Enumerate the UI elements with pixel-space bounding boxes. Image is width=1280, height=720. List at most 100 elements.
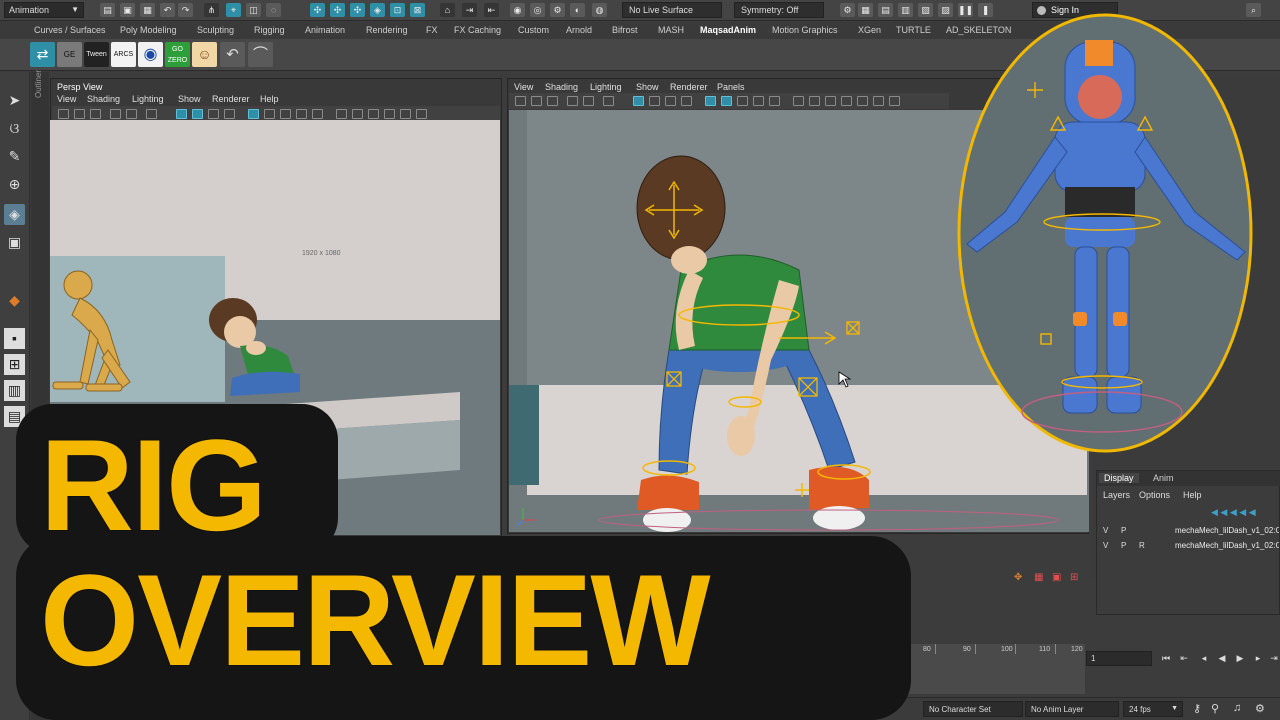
go-to-start-icon[interactable]: ⏮ xyxy=(1160,652,1172,664)
input-output-icon[interactable]: ⇥ xyxy=(462,3,477,17)
shadows-icon-2[interactable] xyxy=(793,96,804,106)
resolution-gate-icon-2[interactable] xyxy=(665,96,676,106)
antialiasing-icon[interactable] xyxy=(368,109,379,119)
go-zero-icon[interactable]: GO ZERO xyxy=(165,42,190,67)
xray-joints-icon[interactable] xyxy=(416,109,427,119)
shelf-tab-bifrost[interactable]: Bifrost xyxy=(612,25,638,35)
curve-tool-icon[interactable]: ↶ xyxy=(220,42,245,67)
lasso-tool-icon[interactable]: ଓ xyxy=(4,118,25,139)
menu-shading-2[interactable]: Shading xyxy=(545,82,578,92)
single-perspective-layout-icon[interactable]: ▪ xyxy=(4,328,25,349)
snap-view-icon[interactable]: ◈ xyxy=(370,3,385,17)
wireframe-icon[interactable] xyxy=(248,109,259,119)
editor-toggle-icon[interactable]: ▦ xyxy=(858,3,873,17)
play-forwards-icon[interactable]: ▶ xyxy=(1234,652,1246,664)
menu-renderer-2[interactable]: Renderer xyxy=(670,82,708,92)
last-tool-icon[interactable]: ◆ xyxy=(4,290,25,311)
shelf-tab-animation[interactable]: Animation xyxy=(305,25,345,35)
sound-icon[interactable]: ♫ xyxy=(1233,702,1241,714)
play-backwards-icon[interactable]: ◀ xyxy=(1216,652,1228,664)
step-back-icon[interactable]: ◂ xyxy=(1198,652,1210,664)
layer-row[interactable]: V P R mechaMech_lilDash_v1_02:G xyxy=(1101,540,1279,553)
graph-editor-icon[interactable]: GE xyxy=(57,42,82,67)
menu-help-layers[interactable]: Help xyxy=(1183,490,1202,500)
rotate-tool-icon[interactable]: ◈ xyxy=(4,204,25,225)
shelf-tab-turtle[interactable]: TURTLE xyxy=(896,25,931,35)
fps-dropdown[interactable]: 24 fps ▼ xyxy=(1123,701,1183,717)
live-surface-icon[interactable]: ◍ xyxy=(592,3,607,17)
move-tool-icon[interactable]: ⊕ xyxy=(4,174,25,195)
ipr-render-icon[interactable]: ◎ xyxy=(530,3,545,17)
grid-icon-2[interactable] xyxy=(633,96,644,106)
shelf-tab-mash[interactable]: MASH xyxy=(658,25,684,35)
xray-joints-icon-2[interactable] xyxy=(873,96,884,106)
live-surface-field[interactable]: No Live Surface xyxy=(622,2,722,18)
new-layer-icon[interactable]: ⊞ xyxy=(1070,572,1078,583)
arcs-icon[interactable]: ARCS xyxy=(111,42,136,67)
undo-icon[interactable]: ↶ xyxy=(160,3,175,17)
shelf-tab-rendering[interactable]: Rendering xyxy=(366,25,408,35)
attribute-editor-icon[interactable]: ▥ xyxy=(898,3,913,17)
select-hierarchy-icon[interactable]: ⋔ xyxy=(204,3,219,17)
image-plane-icon[interactable] xyxy=(110,109,121,119)
two-view-layout-icon[interactable]: ▥ xyxy=(4,380,25,401)
snap-surface-icon[interactable]: ⊡ xyxy=(390,3,405,17)
use-lights-icon-2[interactable] xyxy=(769,96,780,106)
menu-view-2[interactable]: View xyxy=(514,82,533,92)
antialiasing-icon-2[interactable] xyxy=(825,96,836,106)
isolate-select-icon-2[interactable] xyxy=(841,96,852,106)
two-d-pan-icon-2[interactable] xyxy=(583,96,594,106)
resolution-gate-icon[interactable] xyxy=(208,109,219,119)
settings-icon[interactable]: ⚙ xyxy=(1255,702,1265,715)
layer-arrow-icons[interactable]: ◀ ◀ ◀ ◀ ◀ xyxy=(1211,507,1256,518)
image-plane-icon-2[interactable] xyxy=(567,96,578,106)
channel-box-icon[interactable]: ▨ xyxy=(938,3,953,17)
auto-key-icon[interactable]: ⚷ xyxy=(1193,702,1201,715)
render-layer-icon[interactable]: ▣ xyxy=(1052,572,1061,583)
layer-visibility[interactable]: V xyxy=(1103,541,1108,550)
delete-icon[interactable]: ▦ xyxy=(1034,572,1043,583)
shelf-tab-motion-graphics[interactable]: Motion Graphics xyxy=(772,25,838,35)
select-component-icon[interactable]: ◫ xyxy=(246,3,261,17)
grease-pencil-icon-2[interactable] xyxy=(603,96,614,106)
construction-history-icon[interactable]: ⇤ xyxy=(484,3,499,17)
eye-icon[interactable]: ◉ xyxy=(138,42,163,67)
shelf-tab-sculpting[interactable]: Sculpting xyxy=(197,25,234,35)
select-object-icon[interactable]: ⌖ xyxy=(226,3,241,17)
menu-help[interactable]: Help xyxy=(260,94,279,104)
menu-shading[interactable]: Shading xyxy=(87,94,120,104)
shelf-tab-curves-surfaces[interactable]: Curves / Surfaces xyxy=(34,25,106,35)
layer-visibility[interactable]: V xyxy=(1103,526,1108,535)
shadows-icon[interactable] xyxy=(336,109,347,119)
bookmark-icon[interactable] xyxy=(90,109,101,119)
tool-settings-icon[interactable]: ▧ xyxy=(918,3,933,17)
ambient-occlusion-icon[interactable] xyxy=(352,109,363,119)
gate-mask-icon[interactable] xyxy=(224,109,235,119)
render-settings-icon[interactable]: ⚙ xyxy=(550,3,565,17)
current-frame-field[interactable]: 1 xyxy=(1086,651,1152,666)
four-view-layout-icon[interactable]: ⊞ xyxy=(4,354,25,375)
grease-pencil-icon[interactable] xyxy=(146,109,157,119)
camera-icon[interactable] xyxy=(58,109,69,119)
menu-renderer[interactable]: Renderer xyxy=(212,94,250,104)
step-forward-key-icon[interactable]: ⇥ xyxy=(1268,652,1280,664)
anim-layer-dropdown[interactable]: No Anim Layer xyxy=(1025,701,1119,717)
render-icon[interactable]: ◉ xyxy=(510,3,525,17)
two-d-pan-icon[interactable] xyxy=(126,109,137,119)
wireframe-on-shaded-icon-2[interactable] xyxy=(737,96,748,106)
menu-show[interactable]: Show xyxy=(178,94,201,104)
film-gate-icon-2[interactable] xyxy=(649,96,660,106)
tab-anim[interactable]: Anim xyxy=(1153,473,1174,483)
grid-icon[interactable] xyxy=(176,109,187,119)
move-pivot-icon[interactable]: ✥ xyxy=(1014,572,1022,583)
paint-select-icon[interactable]: ✎ xyxy=(4,146,25,167)
camera-icon-2[interactable] xyxy=(515,96,526,106)
menu-lighting[interactable]: Lighting xyxy=(132,94,164,104)
layer-reference[interactable]: R xyxy=(1139,541,1145,550)
step-forward-icon[interactable]: ▸ xyxy=(1252,652,1264,664)
snap-vertex-icon[interactable]: ⊠ xyxy=(410,3,425,17)
time-slider[interactable]: 80 90 100 110 120 xyxy=(895,644,1085,694)
shelf-tab-poly-modeling[interactable]: Poly Modeling xyxy=(120,25,177,35)
camera-attributes-icon[interactable] xyxy=(74,109,85,119)
redo-icon[interactable]: ↷ xyxy=(178,3,193,17)
